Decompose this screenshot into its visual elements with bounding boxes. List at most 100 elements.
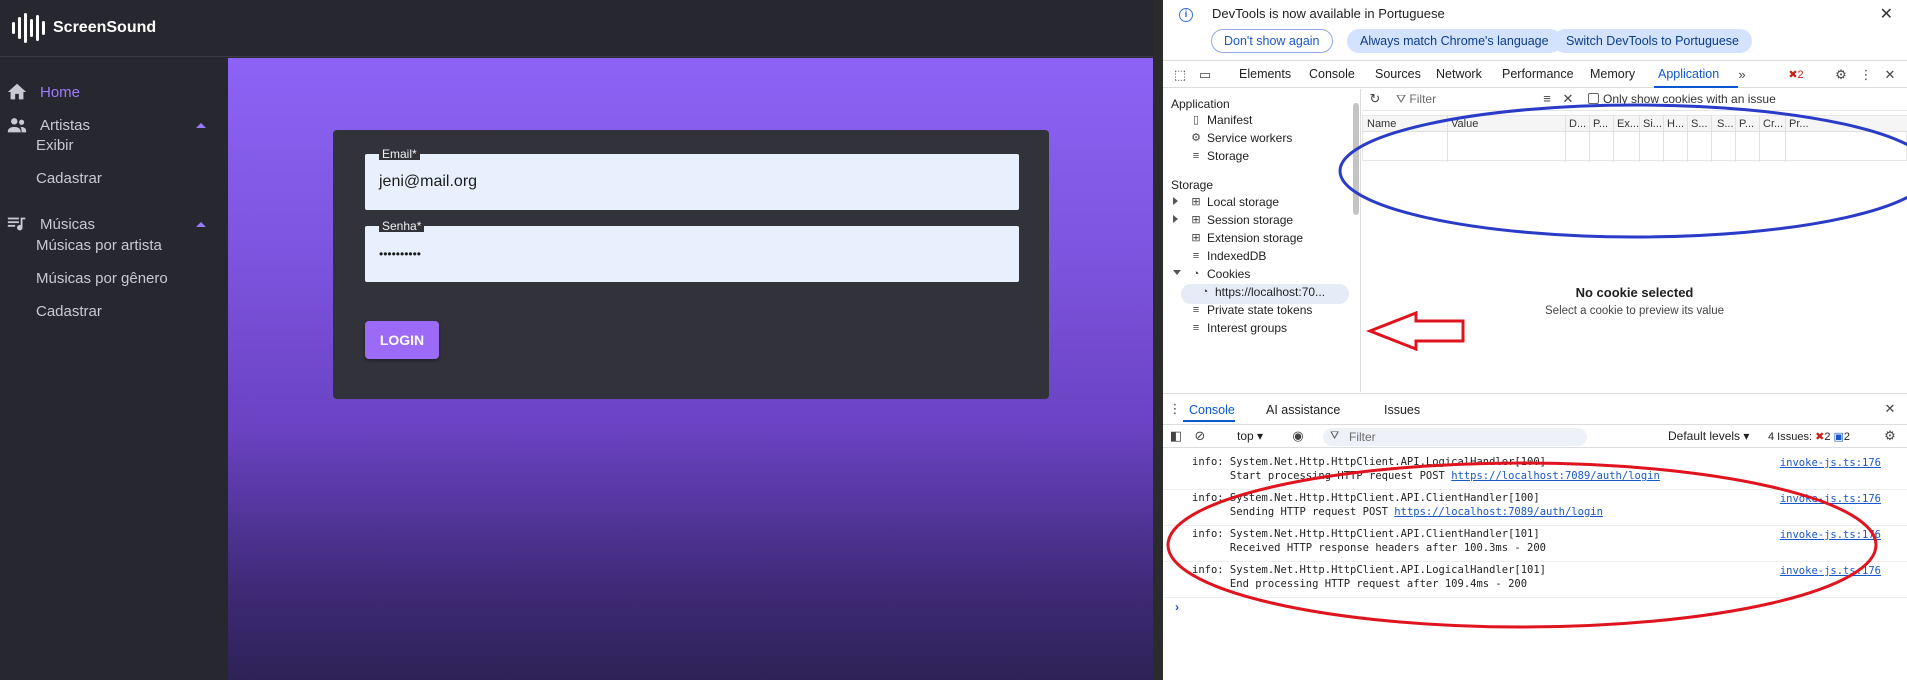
login-button[interactable]: LOGIN bbox=[365, 321, 439, 359]
database-icon: ≡ bbox=[1192, 250, 1200, 262]
sidebar: Home Artistas Exibir Cadastrar Músicas M… bbox=[0, 57, 228, 680]
cookie-table: Name Value D... P... Ex... Si... H... S.… bbox=[1362, 115, 1907, 162]
document-icon: ▯ bbox=[1192, 114, 1200, 126]
drawer-divider[interactable] bbox=[1163, 393, 1907, 394]
col-path[interactable]: P... bbox=[1593, 118, 1608, 130]
inspect-element-icon[interactable]: ⬚ bbox=[1171, 66, 1189, 84]
more-tabs-icon[interactable]: » bbox=[1733, 66, 1751, 84]
password-value: •••••••••• bbox=[379, 247, 422, 261]
log-source-link[interactable]: invoke-js.ts:176 bbox=[1780, 493, 1881, 505]
log-url-link[interactable]: https://localhost:7089/auth/login bbox=[1394, 506, 1603, 518]
dont-show-again-button[interactable]: Don't show again bbox=[1211, 29, 1333, 53]
tree-storage[interactable]: Storage bbox=[1207, 149, 1249, 163]
database-icon: ≡ bbox=[1192, 304, 1200, 316]
nav-artistas[interactable]: Artistas bbox=[0, 105, 228, 145]
eye-icon[interactable]: ◉ bbox=[1289, 427, 1307, 445]
tab-console[interactable]: Console bbox=[1309, 67, 1355, 81]
tree-indexeddb[interactable]: IndexedDB bbox=[1207, 249, 1266, 263]
col-domain[interactable]: D... bbox=[1569, 118, 1586, 130]
tab-application[interactable]: Application bbox=[1658, 67, 1719, 81]
expand-arrow-icon[interactable] bbox=[1173, 215, 1178, 223]
close-icon[interactable]: ✕ bbox=[1880, 4, 1893, 24]
tree-extension-storage[interactable]: Extension storage bbox=[1207, 231, 1303, 245]
tab-elements[interactable]: Elements bbox=[1239, 67, 1291, 81]
log-line-1: info: System.Net.Http.HttpClient.API.Cli… bbox=[1192, 528, 1540, 540]
tab-performance[interactable]: Performance bbox=[1502, 67, 1574, 81]
drawer-tab-ai-assistance[interactable]: AI assistance bbox=[1266, 403, 1340, 417]
col-httponly[interactable]: H... bbox=[1667, 118, 1684, 130]
console-filter-input[interactable]: Filter bbox=[1323, 428, 1587, 446]
tree-interest-groups[interactable]: Interest groups bbox=[1207, 321, 1287, 335]
issues-counter[interactable]: 4 Issues: ✖2 ▣2 bbox=[1768, 430, 1850, 443]
clear-console-icon[interactable]: ⊘ bbox=[1191, 427, 1209, 445]
tree-service-workers[interactable]: Service workers bbox=[1207, 131, 1292, 145]
database-icon: ≡ bbox=[1192, 150, 1200, 162]
drawer-tab-console[interactable]: Console bbox=[1189, 403, 1235, 417]
tree-session-storage[interactable]: Session storage bbox=[1207, 213, 1293, 227]
tree-manifest[interactable]: Manifest bbox=[1207, 113, 1252, 127]
close-devtools-icon[interactable]: ✕ bbox=[1881, 66, 1899, 84]
kebab-menu-icon[interactable]: ⋮ bbox=[1857, 66, 1875, 84]
drawer-tab-issues[interactable]: Issues bbox=[1384, 403, 1420, 417]
context-select[interactable]: top ▾ bbox=[1237, 429, 1263, 443]
refresh-icon[interactable]: ↻ bbox=[1366, 90, 1384, 108]
col-divider bbox=[1565, 116, 1566, 162]
delete-icon[interactable]: ✕ bbox=[1559, 90, 1577, 108]
cogs-icon: ⚙ bbox=[1191, 132, 1201, 144]
app-logo[interactable]: ScreenSound bbox=[12, 12, 156, 44]
sidebar-toggle-icon[interactable]: ◧ bbox=[1167, 427, 1185, 445]
match-language-button[interactable]: Always match Chrome's language bbox=[1347, 29, 1562, 53]
console-settings-icon[interactable]: ⚙ bbox=[1881, 427, 1899, 445]
tree-cookie-origin[interactable]: https://localhost:70... bbox=[1215, 285, 1325, 299]
email-field[interactable]: Email* jeni@mail.org bbox=[365, 148, 1019, 210]
kebab-menu-icon[interactable]: ⋮ bbox=[1166, 400, 1184, 418]
sidebar-scrollbar[interactable] bbox=[1353, 103, 1359, 215]
col-priority[interactable]: Pr... bbox=[1789, 118, 1809, 130]
nav-cadastrar-musica[interactable]: Cadastrar bbox=[36, 303, 102, 320]
expand-arrow-icon[interactable] bbox=[1173, 197, 1178, 205]
device-toolbar-icon[interactable]: ▭ bbox=[1196, 66, 1214, 84]
log-levels-value: Default levels bbox=[1668, 429, 1741, 443]
col-partition[interactable]: P... bbox=[1739, 118, 1754, 130]
log-text: Start processing HTTP request POST bbox=[1192, 470, 1452, 482]
nav-exibir[interactable]: Exibir bbox=[36, 137, 74, 154]
col-value[interactable]: Value bbox=[1451, 118, 1478, 130]
tab-memory[interactable]: Memory bbox=[1590, 67, 1635, 81]
password-field[interactable]: Senha* •••••••••• bbox=[365, 220, 1019, 282]
col-name[interactable]: Name bbox=[1367, 118, 1396, 130]
col-samesite[interactable]: S... bbox=[1717, 118, 1734, 130]
switch-language-button[interactable]: Switch DevTools to Portuguese bbox=[1553, 29, 1753, 53]
log-line-1: info: System.Net.Http.HttpClient.API.Log… bbox=[1192, 564, 1547, 576]
clear-all-icon[interactable]: ≡ bbox=[1538, 90, 1556, 108]
gear-icon[interactable]: ⚙ bbox=[1832, 66, 1850, 84]
tree-private-state-tokens[interactable]: Private state tokens bbox=[1207, 303, 1312, 317]
cookie-filter-input[interactable]: ⛛ Filter bbox=[1396, 92, 1536, 108]
col-expires[interactable]: Ex... bbox=[1617, 118, 1639, 130]
error-badge[interactable]: ✖2 bbox=[1783, 66, 1809, 84]
main-content: Email* jeni@mail.org Senha* •••••••••• L… bbox=[228, 58, 1153, 680]
only-issue-label: Only show cookies with an issue bbox=[1603, 92, 1776, 106]
log-source-link[interactable]: invoke-js.ts:176 bbox=[1780, 457, 1881, 469]
tree-local-storage[interactable]: Local storage bbox=[1207, 195, 1279, 209]
nav-cadastrar-artista[interactable]: Cadastrar bbox=[36, 170, 102, 187]
col-divider bbox=[1589, 116, 1590, 162]
log-url-link[interactable]: https://localhost:7089/auth/login bbox=[1451, 470, 1660, 482]
tab-sources[interactable]: Sources bbox=[1375, 67, 1421, 81]
log-source-link[interactable]: invoke-js.ts:176 bbox=[1780, 565, 1881, 577]
devtools: i DevTools is now available in Portugues… bbox=[1163, 0, 1907, 680]
people-icon bbox=[7, 118, 27, 133]
close-drawer-icon[interactable]: ✕ bbox=[1881, 400, 1899, 418]
col-cross-site[interactable]: Cr... bbox=[1763, 118, 1783, 130]
log-levels-select[interactable]: Default levels ▾ bbox=[1668, 429, 1749, 443]
nav-musicas-por-artista[interactable]: Músicas por artista bbox=[36, 237, 162, 254]
tree-cookies[interactable]: Cookies bbox=[1207, 267, 1250, 281]
col-secure[interactable]: S... bbox=[1691, 118, 1708, 130]
collapse-arrow-icon[interactable] bbox=[1173, 270, 1181, 275]
window-divider[interactable] bbox=[1153, 0, 1163, 680]
console-prompt-icon[interactable]: › bbox=[1175, 600, 1179, 614]
nav-musicas-por-genero[interactable]: Músicas por gênero bbox=[36, 270, 168, 287]
only-issue-checkbox[interactable] bbox=[1588, 93, 1599, 104]
tab-network[interactable]: Network bbox=[1436, 67, 1482, 81]
log-source-link[interactable]: invoke-js.ts:176 bbox=[1780, 529, 1881, 541]
col-size[interactable]: Si... bbox=[1643, 118, 1662, 130]
